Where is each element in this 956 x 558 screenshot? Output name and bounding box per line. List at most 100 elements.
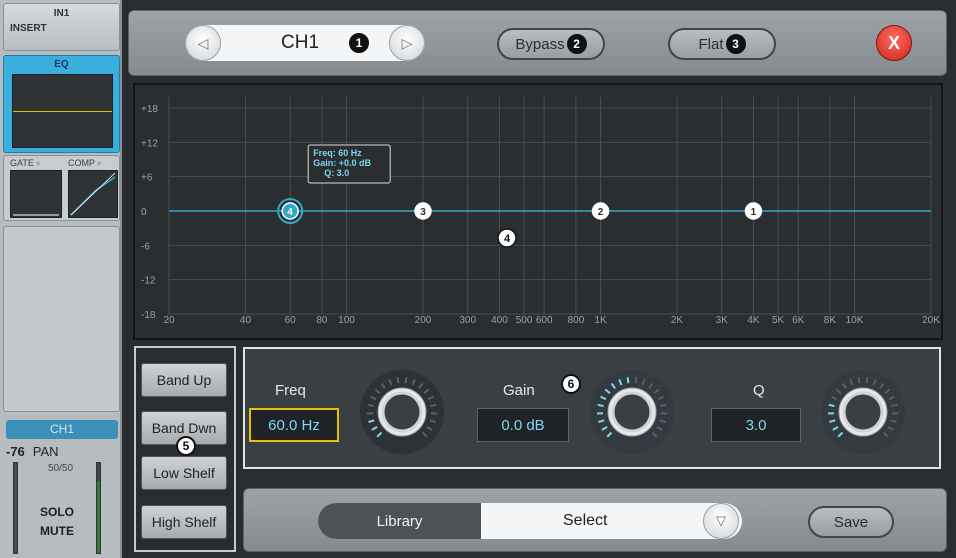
q-label: Q	[753, 382, 765, 399]
gain-value-field[interactable]: 0.0 dB	[477, 408, 569, 442]
high-shelf-button[interactable]: High Shelf	[141, 505, 227, 539]
eq-module-button[interactable]: EQ	[3, 55, 120, 153]
freq-label: Freq	[275, 382, 306, 399]
knob-tick	[634, 377, 638, 384]
x-tick-label: 6K	[792, 315, 805, 326]
x-tick-label: 20	[163, 315, 175, 326]
knob-tick	[396, 377, 400, 384]
solo-button[interactable]: SOLO	[40, 505, 74, 519]
x-tick-label: 300	[459, 315, 476, 326]
comp-label: COMP ▫	[68, 158, 101, 168]
q-value-field[interactable]: 3.0	[711, 408, 801, 442]
x-tick-label: 200	[415, 315, 432, 326]
knob-tick	[404, 377, 408, 384]
channel-name[interactable]: CH1	[6, 420, 118, 439]
callout-2: 2	[566, 34, 587, 54]
eq-graph[interactable]: +18 +12 +6 0 -6 -12 -18 20 40 60 80 100 200 300 400 500…	[133, 83, 943, 340]
pan-label: PAN	[32, 444, 59, 459]
gain-knob[interactable]	[587, 367, 677, 457]
chevron-right-icon: ▷	[401, 34, 413, 51]
save-button[interactable]: Save	[808, 506, 894, 538]
knob-tick	[626, 377, 630, 384]
strip-blank-area	[3, 226, 120, 412]
low-shelf-button[interactable]: Low Shelf	[141, 456, 227, 490]
library-selector[interactable]: Library Select	[318, 503, 742, 539]
tooltip-line: Gain: +0.0 dB	[313, 158, 371, 168]
channel-title: CH1	[281, 32, 320, 53]
x-tick-label: 60	[285, 315, 297, 326]
bypass-button[interactable]: Bypass 2	[497, 28, 605, 60]
y-tick-label: +12	[141, 138, 158, 149]
prev-channel-button[interactable]: ◁	[185, 25, 221, 61]
band-up-button[interactable]: Band Up	[141, 363, 227, 397]
callout-5: 5	[176, 436, 196, 456]
pan-value: 50/50	[48, 463, 74, 474]
band-node-label: 1	[751, 207, 757, 218]
level-meter-left	[13, 462, 18, 554]
x-tick-label: 8K	[824, 315, 837, 326]
gain-label: Gain	[503, 382, 535, 399]
channel-selector: ◁ CH1 1 ▷	[185, 25, 425, 61]
close-button[interactable]: X	[876, 25, 912, 61]
tooltip-line: Q: 3.0	[324, 168, 349, 178]
x-tick-label: 2K	[671, 315, 684, 326]
x-tick-label: 3K	[716, 315, 729, 326]
gate-label: GATE ▫	[10, 158, 40, 168]
callout-1: 1	[349, 33, 369, 53]
band-params-panel: Freq 60.0 Hz Gain 6 0.0 dB Q 3.0	[243, 347, 941, 469]
gate-thumbnail[interactable]	[10, 170, 62, 218]
x-tick-label: 600	[536, 315, 553, 326]
q-knob[interactable]	[818, 367, 908, 457]
knob-tick	[430, 403, 437, 408]
channel-strip: IN1 INSERT EQ GATE ▫ COMP ▫ CH1 -76 PAN 5…	[0, 0, 122, 558]
level-value: -76	[6, 444, 25, 459]
mute-button[interactable]: MUTE	[40, 524, 74, 538]
eq-thumbnail	[12, 74, 113, 148]
x-tick-label: 400	[491, 315, 508, 326]
chevron-left-icon: ◁	[197, 34, 209, 51]
preset-select-value[interactable]: Select	[563, 512, 607, 530]
tooltip-line: Freq: 60 Hz	[313, 148, 362, 158]
y-tick-label: -18	[141, 310, 156, 321]
callout-6: 6	[561, 374, 581, 394]
knob-tick	[857, 377, 861, 384]
x-tick-label: 5K	[772, 315, 785, 326]
band-node-label: 2	[598, 207, 604, 218]
freq-knob[interactable]	[357, 367, 447, 457]
y-tick-label: -12	[141, 276, 156, 287]
x-tick-label: 80	[316, 315, 328, 326]
x-tick-label: 800	[568, 315, 585, 326]
x-tick-label: 10K	[846, 315, 864, 326]
input-label: IN1	[53, 8, 70, 19]
knob-tick	[891, 403, 898, 408]
insert-button[interactable]: IN1 INSERT	[3, 3, 120, 51]
chevron-down-icon: ▽	[716, 513, 726, 528]
x-tick-label: 500	[516, 315, 533, 326]
band-node-label: 4	[287, 207, 293, 218]
gate-comp-module: GATE ▫ COMP ▫	[3, 155, 120, 221]
close-icon: X	[887, 32, 900, 53]
x-tick-label: 40	[240, 315, 252, 326]
comp-thumbnail[interactable]	[68, 170, 118, 218]
callout-3: 3	[725, 34, 746, 54]
x-tick-label: 20K	[922, 315, 940, 326]
flat-button[interactable]: Flat 3	[668, 28, 776, 60]
level-pan-row: -76 PAN	[6, 444, 59, 459]
insert-label: INSERT	[10, 23, 47, 34]
band-buttons-panel: Band Up Band Dwn Low Shelf High Shelf 5	[134, 346, 236, 552]
x-tick-label: 1K	[594, 315, 607, 326]
knob-tick	[367, 403, 374, 408]
next-channel-button[interactable]: ▷	[389, 25, 425, 61]
freq-value-field[interactable]: 60.0 Hz	[249, 408, 339, 442]
eq-graph-canvas[interactable]: +18 +12 +6 0 -6 -12 -18 20 40 60 80 100 200 300 400 500…	[135, 85, 941, 338]
dropdown-button[interactable]: ▽	[703, 503, 739, 539]
y-tick-label: 0	[141, 207, 147, 218]
y-tick-label: +18	[141, 104, 158, 115]
y-tick-label: -6	[141, 241, 150, 252]
knob-tick	[597, 403, 604, 408]
x-tick-label: 4K	[747, 315, 760, 326]
library-tab[interactable]: Library	[318, 503, 481, 539]
knob-tick	[828, 403, 835, 408]
x-tick-label: 100	[338, 315, 355, 326]
knob-tick	[865, 377, 869, 384]
